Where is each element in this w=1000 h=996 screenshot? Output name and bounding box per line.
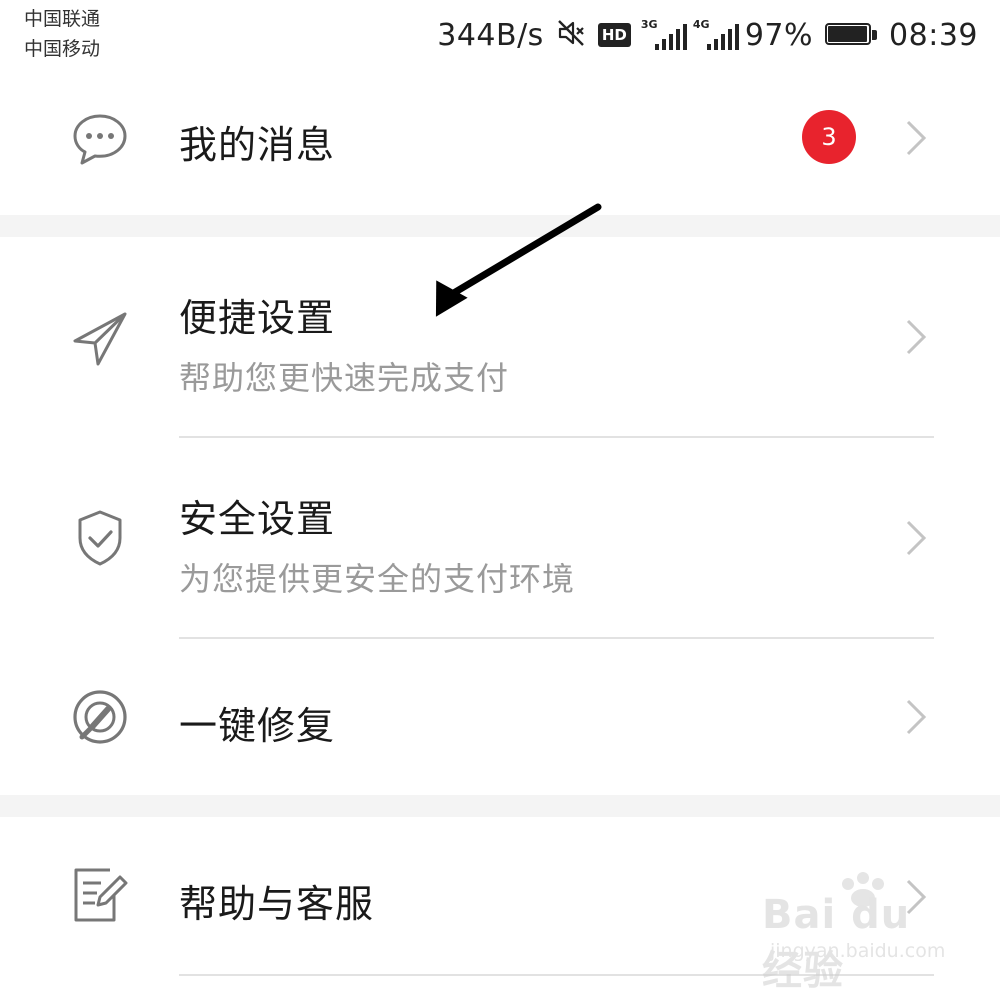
shield-check-icon <box>70 508 130 568</box>
baidu-watermark: Bai du 经验 jingyan.baidu.com <box>762 870 952 994</box>
security-settings-title: 安全设置 <box>179 497 336 541</box>
chevron-right-icon <box>900 317 930 357</box>
paper-plane-icon <box>70 309 130 369</box>
quick-settings-subtitle: 帮助您更快速完成支付 <box>179 359 510 397</box>
hd-badge: HD <box>597 23 631 47</box>
status-bar: 中国联通 中国移动 344B/s HD 3G 4G 97% 08:39 <box>0 0 1000 70</box>
clock: 08:39 <box>889 17 978 53</box>
network-speed: 344B/s <box>437 17 544 53</box>
menu-item-security-settings[interactable]: 安全设置 为您提供更安全的支付环境 <box>0 438 1000 638</box>
carrier-2: 中国移动 <box>24 38 101 60</box>
section-gap <box>0 795 1000 817</box>
chat-bubble-icon <box>70 108 130 168</box>
mute-icon <box>556 18 586 52</box>
status-right: 344B/s HD 3G 4G 97% 08:39 <box>437 14 978 56</box>
watermark-sub: jingyan.baidu.com <box>770 940 946 962</box>
battery-icon <box>825 23 878 47</box>
carrier-1: 中国联通 <box>24 8 101 30</box>
menu-item-one-click-repair[interactable]: 一键修复 <box>0 639 1000 795</box>
chevron-right-icon <box>900 118 930 158</box>
quick-settings-title: 便捷设置 <box>179 296 336 340</box>
chevron-right-icon <box>900 518 930 558</box>
unread-badge: 3 <box>802 110 856 164</box>
battery-percent: 97% <box>744 17 814 53</box>
edit-document-icon <box>70 865 130 925</box>
menu-item-quick-settings[interactable]: 便捷设置 帮助您更快速完成支付 <box>0 237 1000 437</box>
chevron-right-icon <box>900 697 930 737</box>
menu-item-messages[interactable]: 我的消息 3 <box>0 80 1000 215</box>
section-gap <box>0 215 1000 237</box>
signal-sim1-icon: 3G <box>641 18 687 50</box>
signal-sim2-icon: 4G <box>693 18 739 50</box>
help-service-title: 帮助与客服 <box>179 882 375 926</box>
repair-wrench-icon <box>70 687 130 747</box>
one-click-repair-title: 一键修复 <box>179 704 336 748</box>
security-settings-subtitle: 为您提供更安全的支付环境 <box>179 560 576 598</box>
messages-title: 我的消息 <box>179 123 336 167</box>
